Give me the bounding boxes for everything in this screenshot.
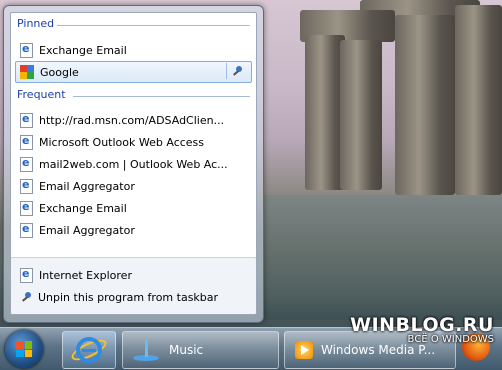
- windows-media-player-icon: [295, 341, 313, 359]
- frequent-item[interactable]: mail2web.com | Outlook Web Ac...: [15, 153, 252, 175]
- item-label: Google: [40, 65, 79, 79]
- stone: [395, 15, 455, 195]
- item-label: Email Aggregator: [39, 223, 135, 237]
- jump-list: Pinned Exchange Email Google Frequent ht…: [3, 5, 264, 323]
- watermark: WINBLOG.RU ВСЁ О WINDOWS: [350, 314, 494, 345]
- music-icon: [133, 339, 159, 361]
- watermark-title: WINBLOG.RU: [350, 314, 494, 336]
- section-divider: [73, 96, 250, 97]
- pinned-item-google[interactable]: Google: [15, 61, 252, 83]
- item-label: mail2web.com | Outlook Web Ac...: [39, 157, 228, 171]
- stone: [340, 40, 382, 190]
- internet-explorer-icon: [76, 337, 102, 363]
- ie-page-icon: [20, 200, 33, 216]
- ie-page-icon: [20, 134, 33, 150]
- ie-page-icon: [20, 156, 33, 172]
- taskbar-music[interactable]: Music: [122, 331, 279, 369]
- task-unpin-program[interactable]: Unpin this program from taskbar: [15, 286, 252, 308]
- jump-list-tasks-panel: Internet Explorer Unpin this program fro…: [10, 257, 257, 315]
- ground: [262, 195, 502, 320]
- item-label: Email Aggregator: [39, 179, 135, 193]
- jump-list-items-panel: Pinned Exchange Email Google Frequent ht…: [10, 12, 257, 259]
- item-label: Internet Explorer: [39, 268, 132, 282]
- pinned-header: Pinned: [17, 17, 55, 30]
- start-button[interactable]: [5, 330, 43, 368]
- internet-explorer-icon: [20, 267, 33, 283]
- item-label: Exchange Email: [39, 201, 127, 215]
- ie-page-icon: [20, 112, 33, 128]
- stone: [305, 35, 345, 190]
- ie-page-icon: [20, 222, 33, 238]
- taskbar-music-label: Music: [169, 343, 204, 357]
- frequent-item[interactable]: http://rad.msn.com/ADSAdClien...: [15, 109, 252, 131]
- ie-page-icon: [20, 42, 33, 58]
- frequent-item[interactable]: Microsoft Outlook Web Access: [15, 131, 252, 153]
- stone: [455, 5, 502, 195]
- item-label: http://rad.msn.com/ADSAdClien...: [39, 113, 225, 127]
- ie-page-icon: [20, 178, 33, 194]
- unpin-button[interactable]: [226, 63, 249, 79]
- item-label: Unpin this program from taskbar: [38, 290, 219, 304]
- taskbar-internet-explorer[interactable]: [62, 331, 116, 369]
- frequent-item[interactable]: Exchange Email: [15, 197, 252, 219]
- frequent-item[interactable]: Email Aggregator: [15, 175, 252, 197]
- frequent-item[interactable]: Email Aggregator: [15, 219, 252, 241]
- frequent-header: Frequent: [17, 88, 66, 101]
- taskbar-wmp-label: Windows Media P...: [321, 343, 436, 357]
- unpin-icon: [22, 292, 32, 302]
- item-label: Microsoft Outlook Web Access: [39, 135, 205, 149]
- pin-icon: [233, 66, 243, 76]
- task-internet-explorer[interactable]: Internet Explorer: [15, 264, 252, 286]
- section-divider: [57, 25, 250, 26]
- pinned-item-exchange-email[interactable]: Exchange Email: [15, 39, 252, 61]
- item-label: Exchange Email: [39, 43, 127, 57]
- windows-logo-icon: [16, 341, 32, 357]
- google-icon: [20, 65, 34, 79]
